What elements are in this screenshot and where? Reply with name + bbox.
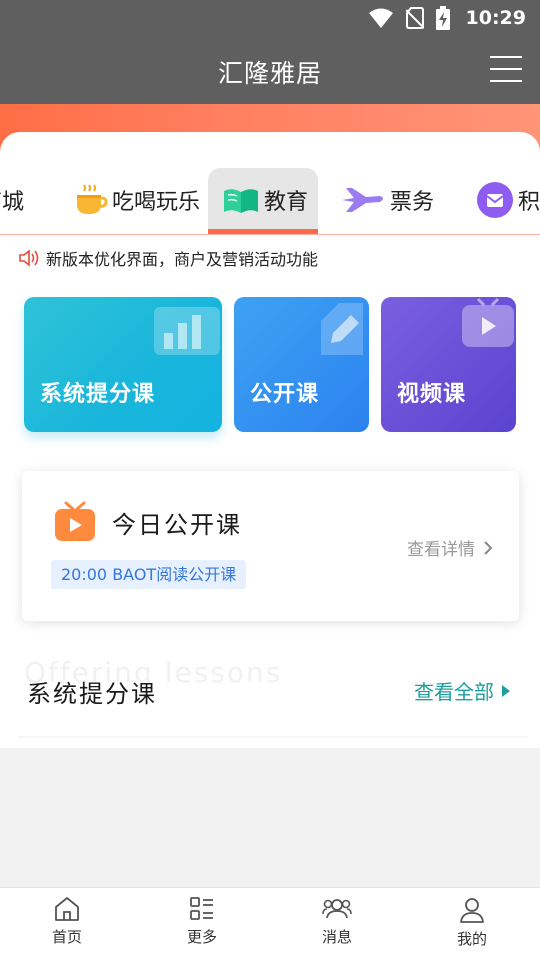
menu-button[interactable] (490, 54, 522, 84)
coffee-icon (77, 184, 108, 214)
tab-shop[interactable]: 商城 (0, 168, 24, 232)
tab-label: 积 (518, 190, 540, 215)
feature-label: 系统提分课 (40, 382, 156, 407)
tab-divider (0, 234, 540, 235)
content-card: 商城 吃喝玩乐 教育 票务 (0, 132, 540, 748)
menu-icon-bar (490, 80, 522, 82)
tab-food[interactable]: 吃喝玩乐 (74, 168, 200, 232)
feature-card-video-course[interactable]: 视频课 (381, 297, 516, 432)
more-icon (190, 897, 213, 920)
feature-card-score-course[interactable]: 系统提分课 (24, 297, 222, 432)
tv-icon (55, 501, 95, 541)
bottom-nav: 首页 更多 消息 我的 (0, 887, 540, 960)
plane-icon (342, 188, 383, 212)
course-time-badge[interactable]: 20:00 BAOT阅读公开课 (51, 560, 247, 589)
battery-charging-icon (435, 6, 450, 30)
book-icon (224, 189, 258, 213)
status-bar: 10:29 (0, 0, 540, 36)
nav-messages[interactable]: 消息 (297, 896, 377, 947)
view-detail-link[interactable]: 查看详情 (407, 535, 493, 560)
tab-label: 教育 (264, 190, 309, 215)
pencil-icon (321, 303, 363, 355)
today-course-title: 今日公开课 (112, 511, 242, 539)
nav-label: 消息 (321, 928, 352, 946)
category-tabs: 商城 吃喝玩乐 教育 票务 (0, 168, 540, 236)
view-detail-label: 查看详情 (407, 540, 475, 560)
feature-label: 视频课 (397, 382, 467, 407)
speaker-icon (19, 249, 39, 267)
tab-tickets[interactable]: 票务 (340, 168, 434, 232)
points-icon (477, 182, 513, 218)
tab-label: 吃喝玩乐 (112, 190, 201, 215)
tab-points[interactable]: 积 (476, 168, 540, 232)
app-header: 汇隆雅居 (0, 36, 540, 104)
feature-card-open-course[interactable]: 公开课 (234, 297, 369, 432)
page-title: 汇隆雅居 (217, 59, 322, 88)
no-sim-icon (405, 7, 424, 29)
tab-label: 票务 (390, 190, 435, 215)
nav-label: 更多 (186, 928, 217, 946)
status-icons: 10:29 (368, 6, 526, 30)
menu-icon-bar (490, 68, 522, 70)
message-icon (322, 899, 352, 919)
video-icon (462, 297, 514, 347)
section-divider (18, 736, 528, 739)
notice-text: 新版本优化界面，商户及营销活动功能 (46, 250, 319, 269)
user-icon (460, 898, 484, 923)
view-all-link[interactable]: 查看全部 (414, 676, 510, 705)
nav-profile[interactable]: 我的 (432, 896, 512, 949)
caret-right-icon (502, 684, 510, 697)
chart-icon (154, 307, 220, 355)
tab-education[interactable]: 教育 (208, 168, 319, 234)
status-time: 10:29 (465, 7, 526, 29)
view-all-label: 查看全部 (414, 680, 494, 704)
nav-home[interactable]: 首页 (27, 896, 107, 947)
nav-label: 首页 (51, 928, 82, 946)
section-title: 系统提分课 (27, 680, 157, 708)
chevron-right-icon (484, 540, 493, 555)
home-icon (55, 897, 79, 921)
wifi-icon (368, 8, 393, 28)
notice-bar[interactable]: 新版本优化界面，商户及营销活动功能 (18, 246, 318, 270)
menu-icon (490, 56, 522, 58)
today-course-card[interactable]: 今日公开课 查看详情 20:00 BAOT阅读公开课 (22, 471, 519, 621)
tab-label: 商城 (0, 190, 25, 215)
nav-more[interactable]: 更多 (162, 896, 242, 947)
nav-label: 我的 (456, 930, 487, 948)
feature-label: 公开课 (250, 382, 320, 407)
